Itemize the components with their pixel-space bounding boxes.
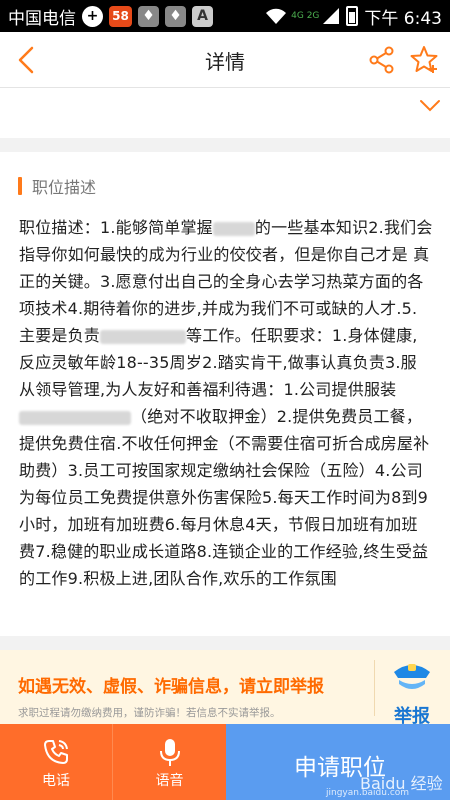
letter-notification-icon: A [192,5,213,27]
carrier-name: 中国电信 [8,8,76,29]
section-title: 职位描述 [32,178,97,197]
favorite-star-icon[interactable] [408,44,440,76]
clock: 下午 6:43 [364,8,442,29]
voice-button[interactable]: 语音 [113,724,226,800]
top-header: 详情 [0,32,450,88]
notification-count-badge: 58 [109,5,132,27]
warning-title: 如遇无效、虚假、诈骗信息，请立即举报 [18,677,324,697]
watermark-url: jingyan.baidu.com [326,788,410,798]
collapsed-info-strip [0,88,450,138]
description-part-1: 职位描述：1.能够简单掌握 [19,218,213,237]
network-type: 4G 2G [291,11,320,21]
chevron-down-icon[interactable] [418,98,442,114]
voice-label: 语音 [155,773,184,789]
call-button[interactable]: 电话 [0,724,113,800]
fraud-warning-panel: 如遇无效、虚假、诈骗信息，请立即举报 求职过程请勿缴纳费用，谨防诈骗！若信息不实… [0,650,450,727]
app-notification-icon: ♦ [138,5,159,27]
microphone-icon [159,739,180,766]
battery-icon [346,6,359,26]
call-label: 电话 [42,773,70,789]
redacted-text [212,221,255,236]
redacted-text [19,410,131,425]
warning-subtitle: 求职过程请勿缴纳费用，谨防诈骗！若信息不实请举报。 [18,707,281,719]
status-bar: 中国电信 + 58 ♦ ♦ A 4G 2G 下午 6:43 [0,0,450,32]
section-header: 职位描述 [18,174,96,198]
description-part-4: （绝对不收取押金）2.提供免费员工餐，提供免费住宿.不收任何押金（不需要住宿可折… [19,407,430,588]
plus-notification-icon: + [82,5,103,27]
job-description-text: 职位描述：1.能够简单掌握 的一些基本知识2.我们会指导你如何最快的成为行业的佼佼… [19,214,433,592]
share-icon[interactable] [368,46,396,74]
wifi-icon [266,8,287,24]
app-notification-icon-2: ♦ [165,5,186,27]
divider [374,660,375,716]
police-officer-icon [394,664,430,689]
phone-icon [44,740,68,764]
section-accent-bar [18,177,22,195]
redacted-text [100,329,187,344]
signal-icon [323,8,340,24]
report-button[interactable]: 举报 [380,658,444,727]
job-description-card: 职位描述 职位描述：1.能够简单掌握 的一些基本知识2.我们会指导你如何最快的成为… [0,152,450,636]
